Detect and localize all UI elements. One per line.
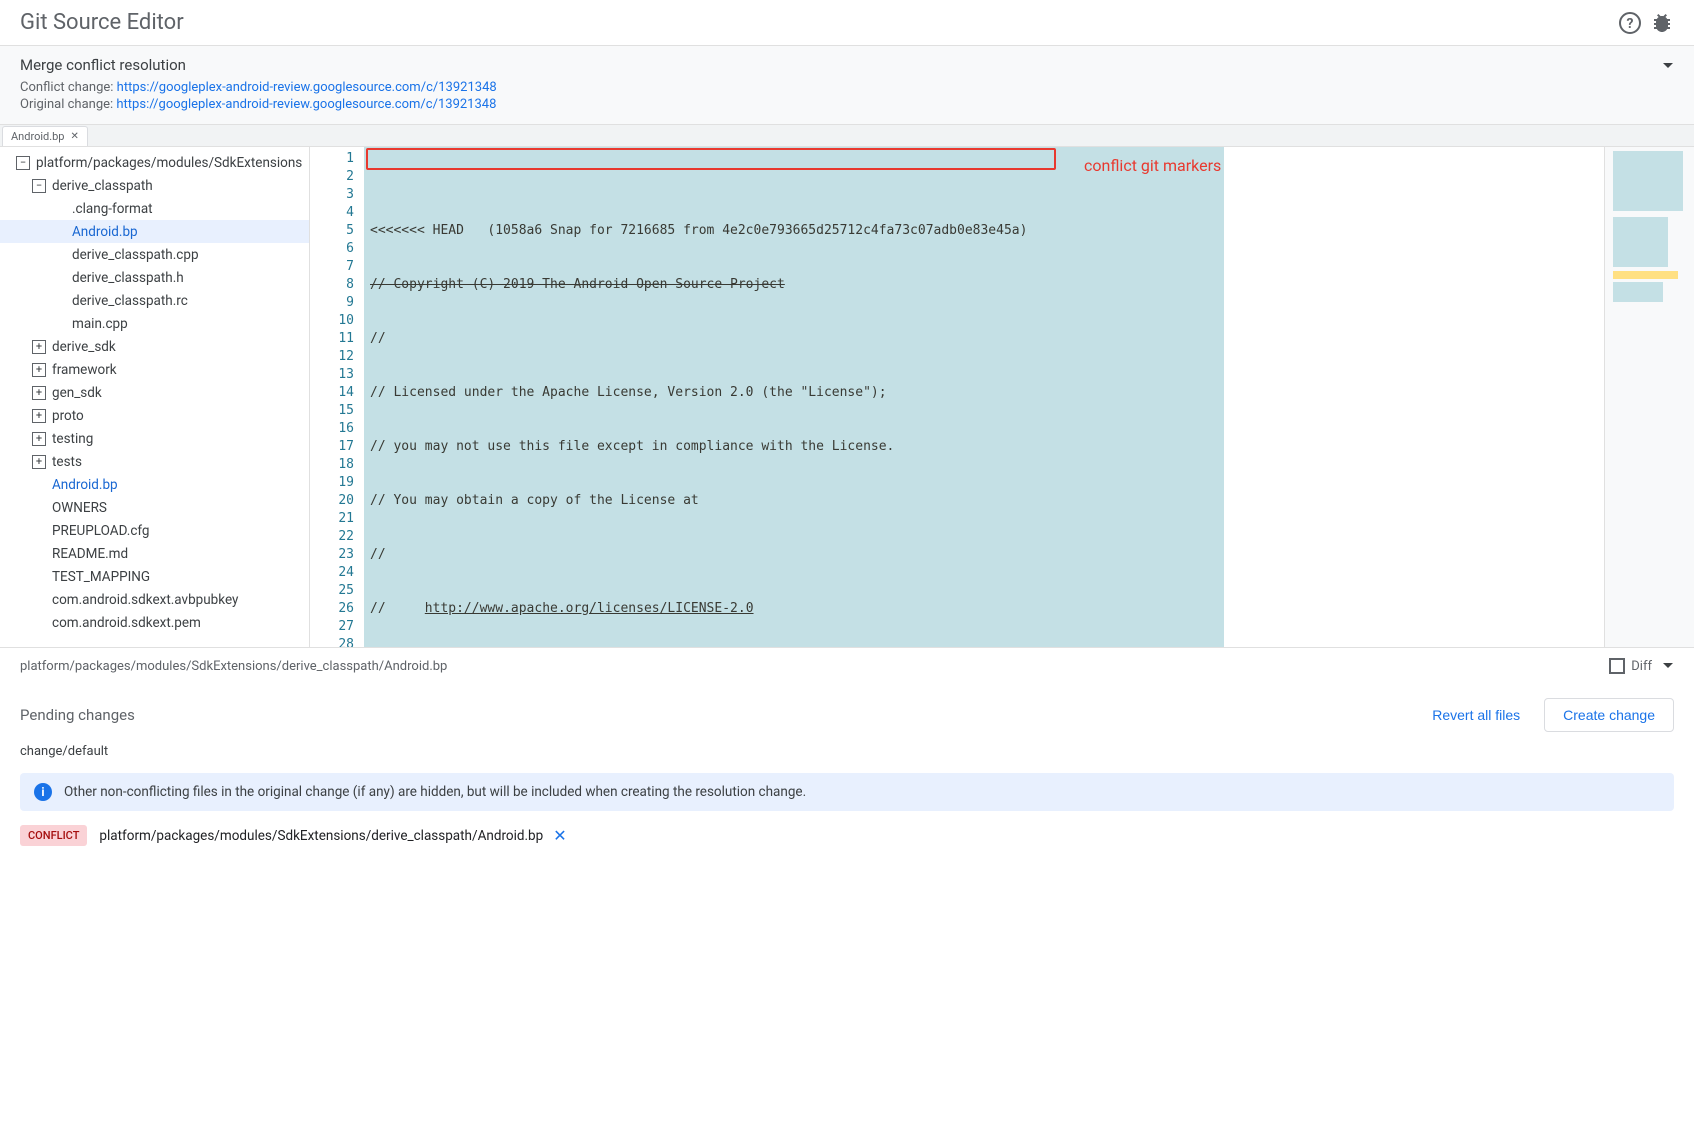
tree-folder[interactable]: +proto [0, 404, 309, 427]
merge-info-panel: Merge conflict resolution Conflict chang… [0, 46, 1694, 125]
expand-icon[interactable]: + [32, 455, 46, 469]
code-line: // [364, 546, 1604, 564]
path-bar: platform/packages/modules/SdkExtensions/… [0, 647, 1694, 684]
tree-file[interactable]: .clang-format [0, 197, 309, 220]
file-tree[interactable]: −platform/packages/modules/SdkExtensions… [0, 147, 310, 647]
create-change-button[interactable]: Create change [1544, 698, 1674, 732]
collapse-icon[interactable]: − [32, 179, 46, 193]
code-editor[interactable]: 1234567891011121314151617181920212223242… [310, 147, 1694, 647]
expand-icon[interactable]: + [32, 409, 46, 423]
line-gutter: 1234567891011121314151617181920212223242… [310, 147, 364, 647]
expand-icon[interactable]: + [32, 386, 46, 400]
expand-icon[interactable]: + [32, 340, 46, 354]
code-line: // Copyright (C) 2019 The Android Open S… [364, 276, 1604, 294]
collapse-arrow-icon[interactable] [1662, 60, 1674, 72]
expand-icon[interactable]: + [32, 432, 46, 446]
diff-checkbox[interactable] [1609, 658, 1625, 674]
code-line: // you may not use this file except in c… [364, 438, 1604, 456]
tree-file[interactable]: TEST_MAPPING [0, 565, 309, 588]
tree-folder[interactable]: +testing [0, 427, 309, 450]
tree-file[interactable]: Android.bp [0, 473, 309, 496]
tree-file[interactable]: com.android.sdkext.avbpubkey [0, 588, 309, 611]
tree-file[interactable]: PREUPLOAD.cfg [0, 519, 309, 542]
tree-file-selected[interactable]: Android.bp [0, 220, 309, 243]
tree-folder[interactable]: +tests [0, 450, 309, 473]
diff-label: Diff [1631, 659, 1652, 674]
editor-tab[interactable]: Android.bp ✕ [2, 126, 88, 146]
tree-file[interactable]: main.cpp [0, 312, 309, 335]
tree-file[interactable]: README.md [0, 542, 309, 565]
conflict-file-row: CONFLICT platform/packages/modules/SdkEx… [20, 825, 1674, 846]
panel-title: Merge conflict resolution [20, 56, 1674, 74]
code-line: // http://www.apache.org/licenses/LICENS… [364, 600, 1604, 618]
conflict-file-path: platform/packages/modules/SdkExtensions/… [99, 828, 543, 844]
code-line: <<<<<<< HEAD (1058a6 Snap for 7216685 fr… [364, 222, 1604, 240]
help-icon[interactable]: ? [1618, 11, 1642, 35]
code-line: // You may obtain a copy of the License … [364, 492, 1604, 510]
conflict-marker-highlight [366, 148, 1056, 170]
remove-file-icon[interactable]: ✕ [553, 826, 566, 845]
annotation-label: conflict git markers [1084, 157, 1221, 175]
tree-file[interactable]: derive_classpath.rc [0, 289, 309, 312]
dropdown-arrow-icon[interactable] [1662, 660, 1674, 672]
tree-root[interactable]: −platform/packages/modules/SdkExtensions [0, 151, 309, 174]
app-title: Git Source Editor [20, 10, 1610, 35]
branch-label: change/default [20, 744, 1674, 759]
info-icon: i [34, 783, 52, 801]
original-change-row: Original change: https://googleplex-andr… [20, 97, 1674, 112]
header: Git Source Editor ? [0, 0, 1694, 46]
tab-bar: Android.bp ✕ [0, 125, 1694, 147]
pending-title: Pending changes [20, 706, 135, 724]
svg-text:?: ? [1627, 16, 1634, 32]
tab-label: Android.bp [11, 130, 64, 143]
code-line: // Licensed under the Apache License, Ve… [364, 384, 1604, 402]
collapse-icon[interactable]: − [16, 156, 30, 170]
original-change-link[interactable]: https://googleplex-android-review.google… [116, 97, 496, 112]
info-banner: i Other non-conflicting files in the ori… [20, 773, 1674, 811]
tree-folder[interactable]: −derive_classpath [0, 174, 309, 197]
pending-panel: Pending changes Revert all files Create … [0, 684, 1694, 866]
bug-icon[interactable] [1650, 11, 1674, 35]
tree-folder[interactable]: +derive_sdk [0, 335, 309, 358]
tree-file[interactable]: OWNERS [0, 496, 309, 519]
file-path: platform/packages/modules/SdkExtensions/… [20, 659, 447, 674]
code-area[interactable]: conflict git markers <<<<<<< HEAD (1058a… [364, 147, 1604, 647]
code-line: // [364, 330, 1604, 348]
tree-file[interactable]: com.android.sdkext.pem [0, 611, 309, 634]
close-icon[interactable]: ✕ [70, 131, 78, 142]
conflict-badge: CONFLICT [20, 825, 87, 846]
expand-icon[interactable]: + [32, 363, 46, 377]
tree-file[interactable]: derive_classpath.cpp [0, 243, 309, 266]
tree-file[interactable]: derive_classpath.h [0, 266, 309, 289]
minimap[interactable] [1604, 147, 1694, 647]
conflict-change-link[interactable]: https://googleplex-android-review.google… [117, 80, 497, 95]
revert-all-button[interactable]: Revert all files [1432, 707, 1520, 723]
info-text: Other non-conflicting files in the origi… [64, 784, 806, 800]
conflict-change-row: Conflict change: https://googleplex-andr… [20, 80, 1674, 95]
tree-folder[interactable]: +gen_sdk [0, 381, 309, 404]
tree-folder[interactable]: +framework [0, 358, 309, 381]
